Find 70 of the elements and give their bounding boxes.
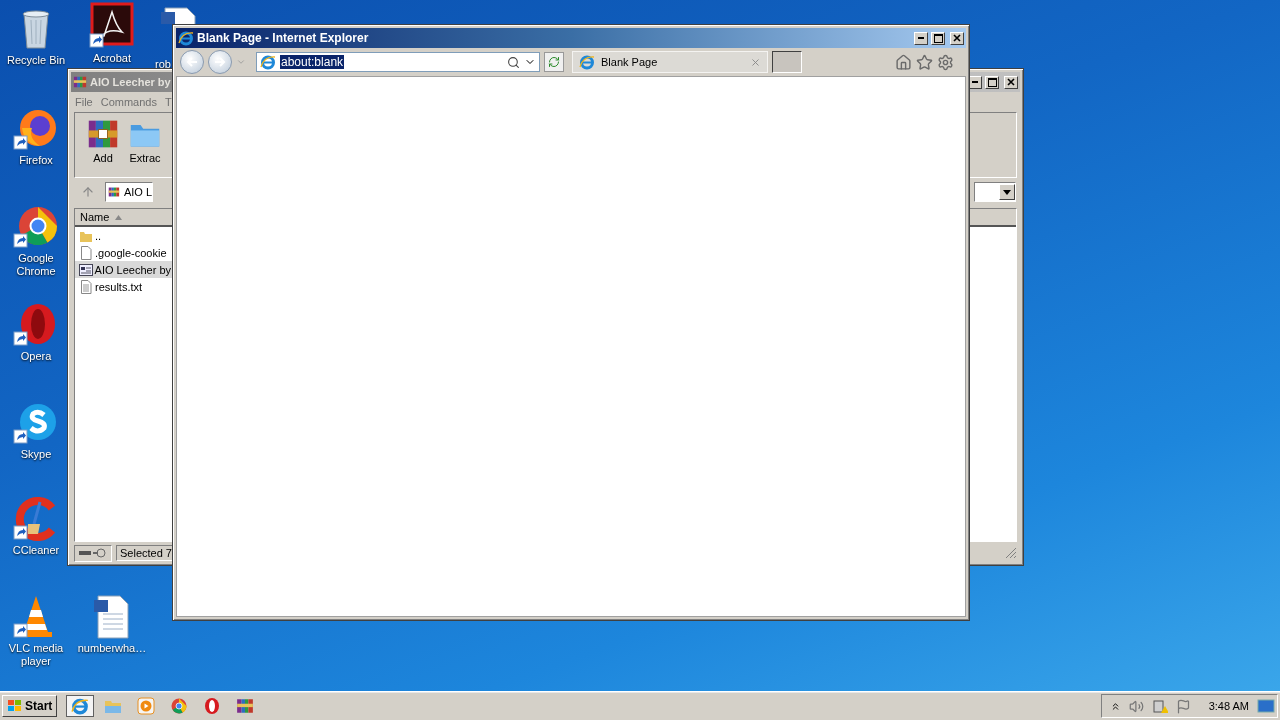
e-logo-icon — [71, 697, 90, 715]
window-title: AIO Leecher by — [90, 76, 172, 88]
clock[interactable]: 3:48 AM — [1208, 700, 1249, 712]
star-icon[interactable] — [916, 53, 933, 71]
books-icon — [236, 697, 255, 715]
desktop-icon-label[interactable]: Acrobat — [93, 52, 131, 65]
forward-button[interactable] — [208, 50, 232, 74]
search-icon[interactable] — [507, 55, 520, 69]
e-logo-icon — [260, 54, 276, 70]
desktop-icon-label[interactable]: numberwha… — [77, 642, 147, 655]
settings-icon[interactable] — [937, 53, 954, 71]
refresh-icon — [548, 56, 560, 68]
start-button[interactable]: Start — [2, 695, 58, 717]
close-icon — [1007, 78, 1015, 86]
file-row[interactable]: .. — [75, 227, 175, 244]
desktop-icon-label[interactable]: rob — [155, 58, 171, 71]
taskbar-button[interactable] — [66, 695, 95, 717]
address-field[interactable]: about:blank — [256, 52, 540, 72]
start-logo-icon — [7, 699, 23, 713]
toolbar-button[interactable]: Extrac — [129, 116, 161, 174]
path-field[interactable]: AIO L — [105, 182, 153, 202]
new-tab-button[interactable] — [772, 51, 802, 73]
path-field-end[interactable] — [974, 182, 1016, 202]
play-icon — [137, 697, 156, 715]
maximize-icon — [987, 77, 997, 87]
caret-icon — [1003, 189, 1011, 195]
e-logo-icon — [579, 54, 595, 70]
file-icon — [79, 245, 93, 260]
window-title: Blank Page - Internet Explorer — [197, 31, 370, 45]
resize-grip-icon — [1005, 547, 1017, 559]
close-button[interactable] — [950, 31, 964, 45]
e-logo-icon — [178, 30, 194, 46]
file-row[interactable]: results.txt — [75, 278, 175, 295]
desktop-icon-label[interactable]: CCleaner — [12, 544, 60, 557]
right-arrow-icon — [214, 57, 226, 67]
drive-key-icon — [74, 544, 112, 562]
flag-icon[interactable] — [1175, 698, 1191, 714]
program-icon — [79, 262, 93, 277]
dropdown-button[interactable] — [999, 184, 1015, 200]
home-icon[interactable] — [895, 53, 912, 71]
acrobat-icon[interactable] — [88, 2, 136, 50]
desktop-icon-label[interactable]: VLC media player — [5, 642, 67, 668]
chrome-icon — [170, 697, 189, 715]
left-arrow-icon — [186, 57, 198, 67]
desktop-icon-label[interactable]: Recycle Bin — [6, 54, 66, 67]
minimize-icon — [972, 81, 978, 83]
file-row[interactable]: AIO Leecher by — [75, 261, 175, 278]
minimize-icon — [918, 37, 924, 39]
close-button[interactable] — [1004, 75, 1018, 89]
desktop-icon-label[interactable]: Skype — [20, 448, 52, 461]
file-row[interactable]: .google-cookie — [75, 244, 175, 261]
books-icon — [87, 118, 119, 150]
address-text: about:blank — [280, 55, 345, 69]
minimize-button[interactable] — [914, 31, 928, 45]
speaker-icon[interactable] — [1128, 698, 1144, 714]
desktop-icon-label[interactable]: Opera — [20, 350, 52, 363]
back-button[interactable] — [180, 50, 204, 74]
maximize-icon — [933, 33, 943, 43]
desktop-icon-label[interactable]: Google Chrome — [5, 252, 67, 278]
text-file-icon — [79, 279, 93, 294]
toolbar-button[interactable]: Add — [87, 116, 119, 174]
maximize-button[interactable] — [985, 75, 999, 89]
show-desktop-icon[interactable] — [1257, 699, 1275, 713]
browser-tab[interactable]: Blank Page — [572, 51, 768, 73]
close-icon — [953, 34, 961, 42]
desktop-icon-label[interactable]: Firefox — [19, 154, 53, 167]
maximize-button[interactable] — [931, 31, 945, 45]
books-icon — [73, 75, 87, 89]
opera-icon — [203, 697, 222, 715]
refresh-button[interactable] — [544, 52, 564, 72]
